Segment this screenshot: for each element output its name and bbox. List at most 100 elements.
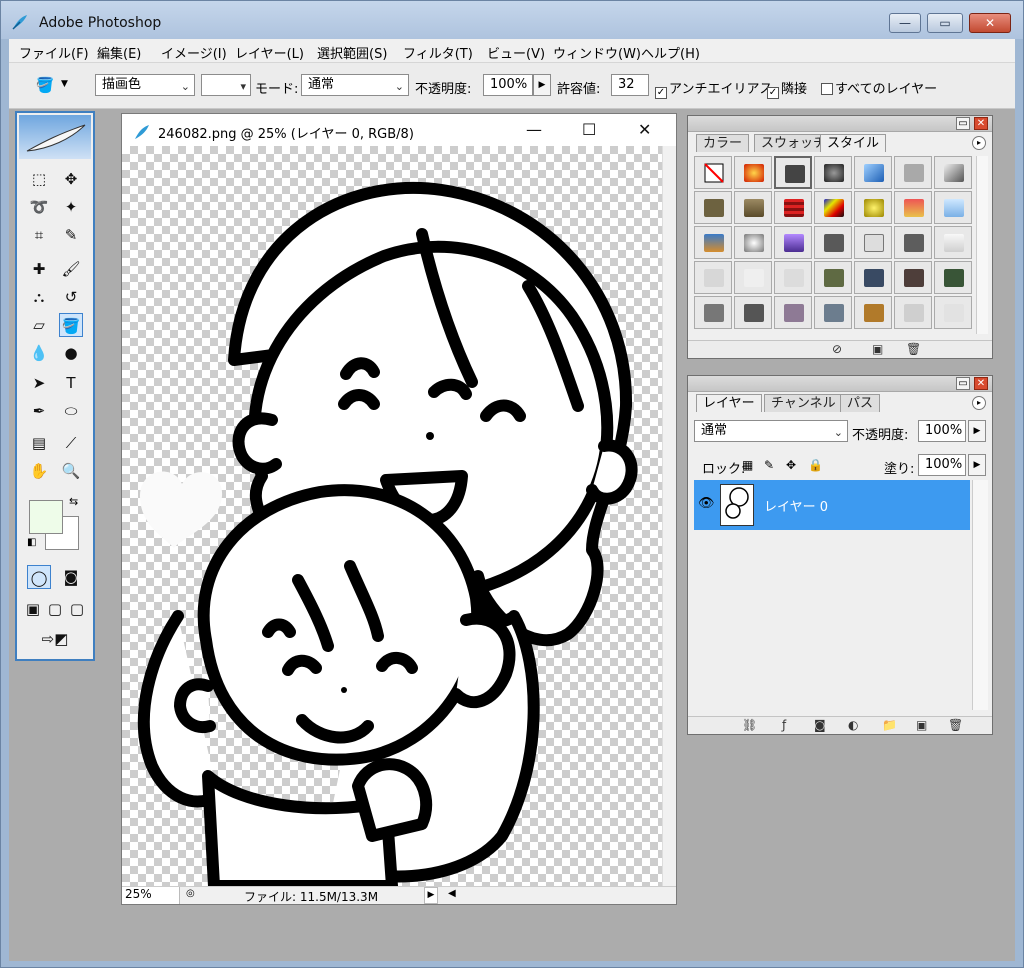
menu-filter[interactable]: フィルタ(T): [403, 43, 473, 62]
layers-scrollbar[interactable]: [972, 480, 988, 710]
swap-colors-icon[interactable]: ⇆: [69, 495, 78, 508]
style-swatch[interactable]: [934, 226, 972, 259]
mode-select[interactable]: 通常 ⌄: [301, 74, 409, 96]
panel-close-button[interactable]: ✕: [974, 377, 988, 390]
paint-bucket-tool-icon[interactable]: 🪣: [59, 313, 83, 337]
style-swatch[interactable]: [774, 261, 812, 294]
layer-opacity-input[interactable]: 100%: [918, 420, 966, 442]
style-swatch[interactable]: [694, 226, 732, 259]
document-vertical-scrollbar[interactable]: [662, 146, 676, 886]
style-swatch[interactable]: [814, 156, 852, 189]
opacity-input[interactable]: 100%: [483, 74, 533, 96]
pattern-picker[interactable]: ▾: [201, 74, 251, 96]
style-swatch[interactable]: [934, 261, 972, 294]
menu-edit[interactable]: 編集(E): [97, 43, 141, 62]
status-menu-arrow-icon[interactable]: ▶: [424, 887, 438, 904]
style-swatch[interactable]: [894, 226, 932, 259]
fill-slider-button[interactable]: ▶: [968, 454, 986, 476]
add-mask-icon[interactable]: ◙: [814, 718, 826, 732]
screen-mode-standard-icon[interactable]: ▣: [23, 597, 43, 621]
lock-position-icon[interactable]: ✥: [786, 458, 796, 472]
style-swatch-selected[interactable]: [774, 156, 812, 189]
style-swatch[interactable]: [854, 261, 892, 294]
magic-wand-tool-icon[interactable]: ✦: [59, 195, 83, 219]
jump-to-imageready-icon[interactable]: ⇨◩: [27, 627, 83, 651]
opacity-slider-button[interactable]: ▶: [533, 74, 551, 96]
fill-source-select[interactable]: 描画色 ⌄: [95, 74, 195, 96]
eye-visibility-icon[interactable]: 👁: [698, 496, 715, 511]
style-swatch[interactable]: [734, 261, 772, 294]
style-swatch[interactable]: [814, 296, 852, 329]
standard-mode-icon[interactable]: ◯: [27, 565, 51, 589]
lock-transparency-icon[interactable]: ▦: [742, 458, 753, 472]
style-swatch[interactable]: [934, 156, 972, 189]
notes-tool-icon[interactable]: ▤: [27, 431, 51, 455]
type-tool-icon[interactable]: T: [59, 371, 83, 395]
ellipse-tool-icon[interactable]: ⬭: [59, 399, 83, 423]
layer-opacity-slider-button[interactable]: ▶: [968, 420, 986, 442]
zoom-level-field[interactable]: 25%: [122, 887, 180, 904]
style-swatch[interactable]: [694, 261, 732, 294]
menu-select[interactable]: 選択範囲(S): [317, 43, 387, 62]
tolerance-input[interactable]: 32: [611, 74, 649, 96]
style-swatch[interactable]: [694, 296, 732, 329]
pen-tool-icon[interactable]: ✒: [27, 399, 51, 423]
all-layers-checkbox[interactable]: [821, 83, 833, 95]
healing-brush-tool-icon[interactable]: ✚: [27, 257, 51, 281]
title-bar[interactable]: Adobe Photoshop — ▭ ✕: [1, 1, 1023, 39]
style-swatch[interactable]: [894, 191, 932, 224]
tab-layers[interactable]: レイヤー: [696, 394, 762, 412]
style-swatch[interactable]: [694, 191, 732, 224]
adjustment-layer-icon[interactable]: ◐: [848, 718, 858, 732]
menu-image[interactable]: イメージ(I): [161, 43, 227, 62]
blend-mode-select[interactable]: 通常 ⌄: [694, 420, 848, 442]
marquee-tool-icon[interactable]: ⬚: [27, 167, 51, 191]
crop-tool-icon[interactable]: ⌗: [27, 223, 51, 247]
image-canvas[interactable]: [122, 146, 662, 886]
move-tool-icon[interactable]: ✥: [59, 167, 83, 191]
contiguous-option[interactable]: ✓ 隣接: [767, 78, 807, 99]
maximize-button[interactable]: ▭: [927, 13, 963, 33]
doc-minimize-button[interactable]: —: [526, 120, 542, 139]
lock-all-icon[interactable]: 🔒: [808, 458, 823, 472]
default-colors-icon[interactable]: ◧: [27, 537, 36, 548]
delete-style-icon[interactable]: 🗑: [906, 342, 921, 356]
quick-mask-mode-icon[interactable]: ◙: [59, 565, 83, 589]
style-swatch[interactable]: [814, 261, 852, 294]
style-swatch[interactable]: [774, 226, 812, 259]
zoom-tool-icon[interactable]: 🔍: [59, 459, 83, 483]
style-swatch[interactable]: [894, 261, 932, 294]
tab-color[interactable]: カラー: [696, 134, 750, 152]
foreground-color-swatch[interactable]: [29, 500, 63, 534]
style-swatch[interactable]: [854, 296, 892, 329]
brush-tool-icon[interactable]: 🖌: [59, 257, 83, 281]
tab-styles[interactable]: スタイル: [820, 134, 887, 152]
style-swatch[interactable]: [934, 191, 972, 224]
antialias-option[interactable]: ✓ アンチエイリアス: [655, 78, 772, 99]
style-swatch[interactable]: [774, 296, 812, 329]
hand-tool-icon[interactable]: ✋: [27, 459, 51, 483]
style-swatch[interactable]: [934, 296, 972, 329]
eraser-tool-icon[interactable]: ▱: [27, 313, 51, 337]
blur-tool-icon[interactable]: 💧: [27, 341, 51, 365]
dodge-tool-icon[interactable]: ●: [59, 341, 83, 365]
horizontal-scrollbar-left-icon[interactable]: ◀: [448, 888, 456, 899]
all-layers-option[interactable]: すべてのレイヤー: [821, 78, 937, 97]
doc-close-button[interactable]: ✕: [638, 120, 651, 139]
style-none-swatch[interactable]: [694, 156, 732, 189]
style-swatch[interactable]: [734, 156, 772, 189]
minimize-button[interactable]: —: [889, 13, 921, 33]
menu-help[interactable]: ヘルプ(H): [641, 43, 700, 62]
new-group-icon[interactable]: 📁: [882, 718, 897, 732]
panel-menu-icon[interactable]: ▸: [972, 396, 986, 410]
style-swatch[interactable]: [854, 156, 892, 189]
link-layers-icon[interactable]: ⛓: [742, 718, 757, 732]
style-swatch[interactable]: [734, 296, 772, 329]
panel-minimize-button[interactable]: ▭: [956, 117, 970, 130]
panel-minimize-button[interactable]: ▭: [956, 377, 970, 390]
clear-style-icon[interactable]: ⊘: [832, 342, 842, 356]
eyedropper-tool-icon[interactable]: ⟋: [59, 431, 83, 455]
preset-arrow-icon[interactable]: ▼: [61, 79, 68, 89]
history-brush-tool-icon[interactable]: ↺: [59, 285, 83, 309]
contiguous-checkbox[interactable]: ✓: [767, 87, 779, 99]
